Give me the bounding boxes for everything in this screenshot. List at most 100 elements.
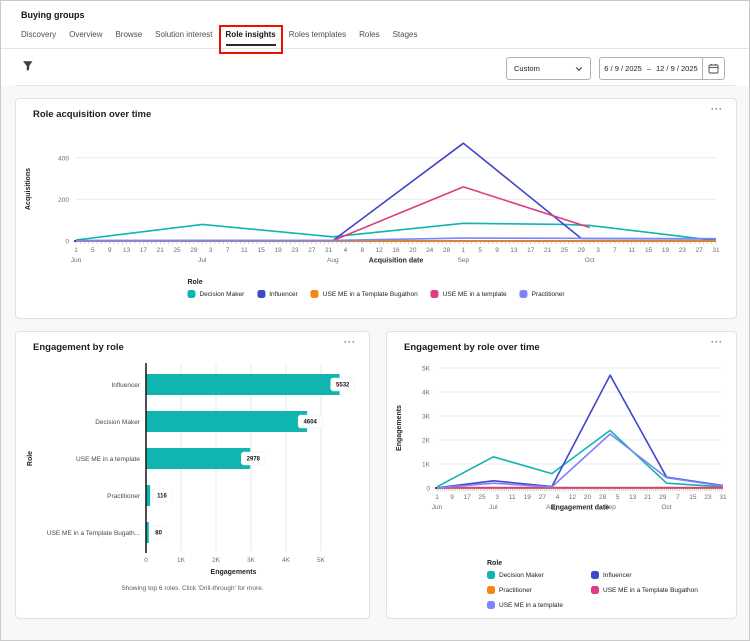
tab-stages[interactable]: Stages — [393, 30, 418, 47]
legend-item-use-me-in-a-template-bugathon[interactable]: USE ME in a Template Bugathon — [310, 290, 418, 298]
legend-item-practitioner[interactable]: Practitioner — [487, 586, 569, 594]
x-tick-label: 11 — [509, 494, 516, 501]
legend-item-influencer[interactable]: Influencer — [591, 571, 698, 579]
x-tick-label: 21 — [644, 494, 652, 501]
legend-item-decision-maker[interactable]: Decision Maker — [187, 290, 244, 298]
x-tick-label: 28 — [443, 247, 451, 254]
bar-decision-maker[interactable] — [146, 411, 308, 432]
x-tick-label: 19 — [274, 247, 282, 254]
tab-overview[interactable]: Overview — [69, 30, 102, 47]
date-range-input[interactable]: 6 / 9 / 2025 – 12 / 9 / 2025 — [599, 57, 725, 80]
x-tick-label: 9 — [450, 494, 454, 501]
x-axis-title: Engagements — [211, 569, 257, 576]
x-tick-label: 17 — [140, 247, 148, 254]
tab-solution-interest[interactable]: Solution interest — [155, 30, 212, 47]
x-tick-label: 20 — [584, 494, 592, 501]
x-tick-label: 15 — [689, 494, 697, 501]
card-engagement-by-role-over-time: Engagement by role over time ··· 0 1K 2K 3K… — [386, 331, 737, 619]
x-tick-label: 0 — [144, 557, 148, 564]
x-tick-label: 28 — [599, 494, 607, 501]
x-tick-label: 13 — [629, 494, 637, 501]
legend-item-decision-maker[interactable]: Decision Maker — [487, 571, 569, 579]
x-tick-label: 27 — [539, 494, 547, 501]
month-label: Jun — [71, 257, 82, 264]
filter-button[interactable] — [21, 59, 35, 73]
calendar-button[interactable] — [702, 58, 724, 79]
legend-swatch — [519, 290, 528, 298]
y-tick-label: 0 — [426, 486, 430, 493]
x-tick-label: 1K — [177, 557, 186, 564]
bar-use-me-in-a-template[interactable] — [146, 448, 251, 469]
y-axis-title: Acquisitions — [25, 168, 32, 210]
x-tick-label: 7 — [226, 247, 230, 254]
legend-item-influencer[interactable]: Influencer — [257, 290, 298, 298]
tab-discovery[interactable]: Discovery — [21, 30, 56, 47]
bar-category-label: USE ME in a template — [76, 456, 140, 463]
x-tick-label: 21 — [157, 247, 165, 254]
legend-swatch — [487, 586, 495, 594]
y-tick-label: 0 — [65, 239, 69, 246]
legend-engagement-over-time: Role Decision Maker Influencer Practitioner… — [487, 560, 698, 609]
x-tick-label: 5 — [616, 494, 620, 501]
bar-chart-engagement-by-role[interactable]: Influencer 5532 Decision Maker 4604 USE ME i… — [22, 362, 365, 578]
legend-item-use-me-in-a-template[interactable]: USE ME in a template — [487, 601, 569, 609]
legend-label: USE ME in a template — [442, 290, 507, 298]
x-tick-label: 31 — [325, 247, 333, 254]
month-label: Oct — [585, 257, 595, 264]
x-tick-label: 12 — [376, 247, 384, 254]
legend-swatch — [187, 290, 196, 298]
legend-item-use-me-in-a-template-bugathon[interactable]: USE ME in a Template Bugathon — [591, 586, 698, 594]
tab-roles-templates[interactable]: Roles templates — [289, 30, 346, 47]
legend-swatch — [591, 586, 599, 594]
legend-swatch — [257, 290, 266, 298]
x-tick-label: 5 — [91, 247, 95, 254]
x-tick-label: 31 — [719, 494, 727, 501]
calendar-icon — [708, 64, 719, 74]
x-tick-label: 23 — [704, 494, 712, 501]
legend-label: USE ME in a Template Bugathon — [322, 290, 418, 298]
y-tick-label: 3K — [422, 414, 431, 421]
bar-category-label: Practitioner — [107, 493, 141, 500]
legend-swatch — [310, 290, 319, 298]
x-tick-label: 20 — [409, 247, 417, 254]
line-chart-engagement-over-time[interactable]: 01K2K3K4K5K1 9 17 25Jun3 11 19 27Jul4 12 20 28Aug… — [391, 362, 734, 520]
card-role-acquisition-over-time: Role acquisition over time ··· 0 200 400 1 5… — [15, 98, 737, 319]
bar-value-label: 80 — [155, 531, 162, 537]
x-tick-label: 27 — [696, 247, 704, 254]
tab-roles[interactable]: Roles — [359, 30, 379, 47]
x-tick-label: 13 — [510, 247, 518, 254]
bar-category-label: Decision Maker — [95, 419, 141, 426]
funnel-icon — [23, 61, 33, 71]
x-tick-label: 19 — [662, 247, 670, 254]
tab-browse[interactable]: Browse — [115, 30, 142, 47]
more-options-icon[interactable]: ··· — [711, 104, 723, 114]
tab-role-insights[interactable]: Role insights — [218, 25, 283, 54]
line-series-decision-maker[interactable] — [436, 429, 724, 488]
legend-item-use-me-in-a-template[interactable]: USE ME in a template — [430, 290, 507, 298]
bar-influencer[interactable] — [146, 374, 340, 395]
x-tick-label: 3K — [247, 557, 256, 564]
x-tick-label: 17 — [463, 494, 471, 501]
tab-bar: Discovery Overview Browse Solution interest… — [21, 25, 418, 54]
line-series-use-me-in-a-template[interactable] — [436, 433, 724, 489]
page-title: Buying groups — [21, 10, 85, 20]
line-chart-role-acquisition[interactable]: 02004001 5 9 13 17 21 25 29Jun3 7 11 15 19 23 27 31Jul… — [20, 129, 726, 277]
y-axis-title: Engagements — [396, 405, 403, 451]
bar-value-label: 116 — [157, 494, 167, 500]
legend-label: Influencer — [603, 571, 632, 579]
date-range-end: 12 / 9 / 2025 — [656, 64, 698, 73]
x-tick-label: 12 — [569, 494, 577, 501]
x-tick-label: 21 — [544, 247, 552, 254]
legend-item-practitioner[interactable]: Practitioner — [519, 290, 565, 298]
tab-label: Solution interest — [155, 30, 213, 39]
chart-footnote: Showing top 6 roles. Click 'Drill-throug… — [121, 585, 264, 592]
more-options-icon[interactable]: ··· — [344, 337, 356, 347]
date-preset-select[interactable]: Custom — [506, 57, 591, 80]
more-options-icon[interactable]: ··· — [711, 337, 723, 347]
month-label: Aug — [327, 257, 339, 264]
y-axis-title: Role — [27, 451, 34, 466]
tab-label: Stages — [392, 30, 418, 39]
chart-title: Engagement by role — [33, 342, 124, 353]
x-tick-label: 24 — [426, 247, 434, 254]
x-tick-label: 1 — [435, 494, 439, 501]
